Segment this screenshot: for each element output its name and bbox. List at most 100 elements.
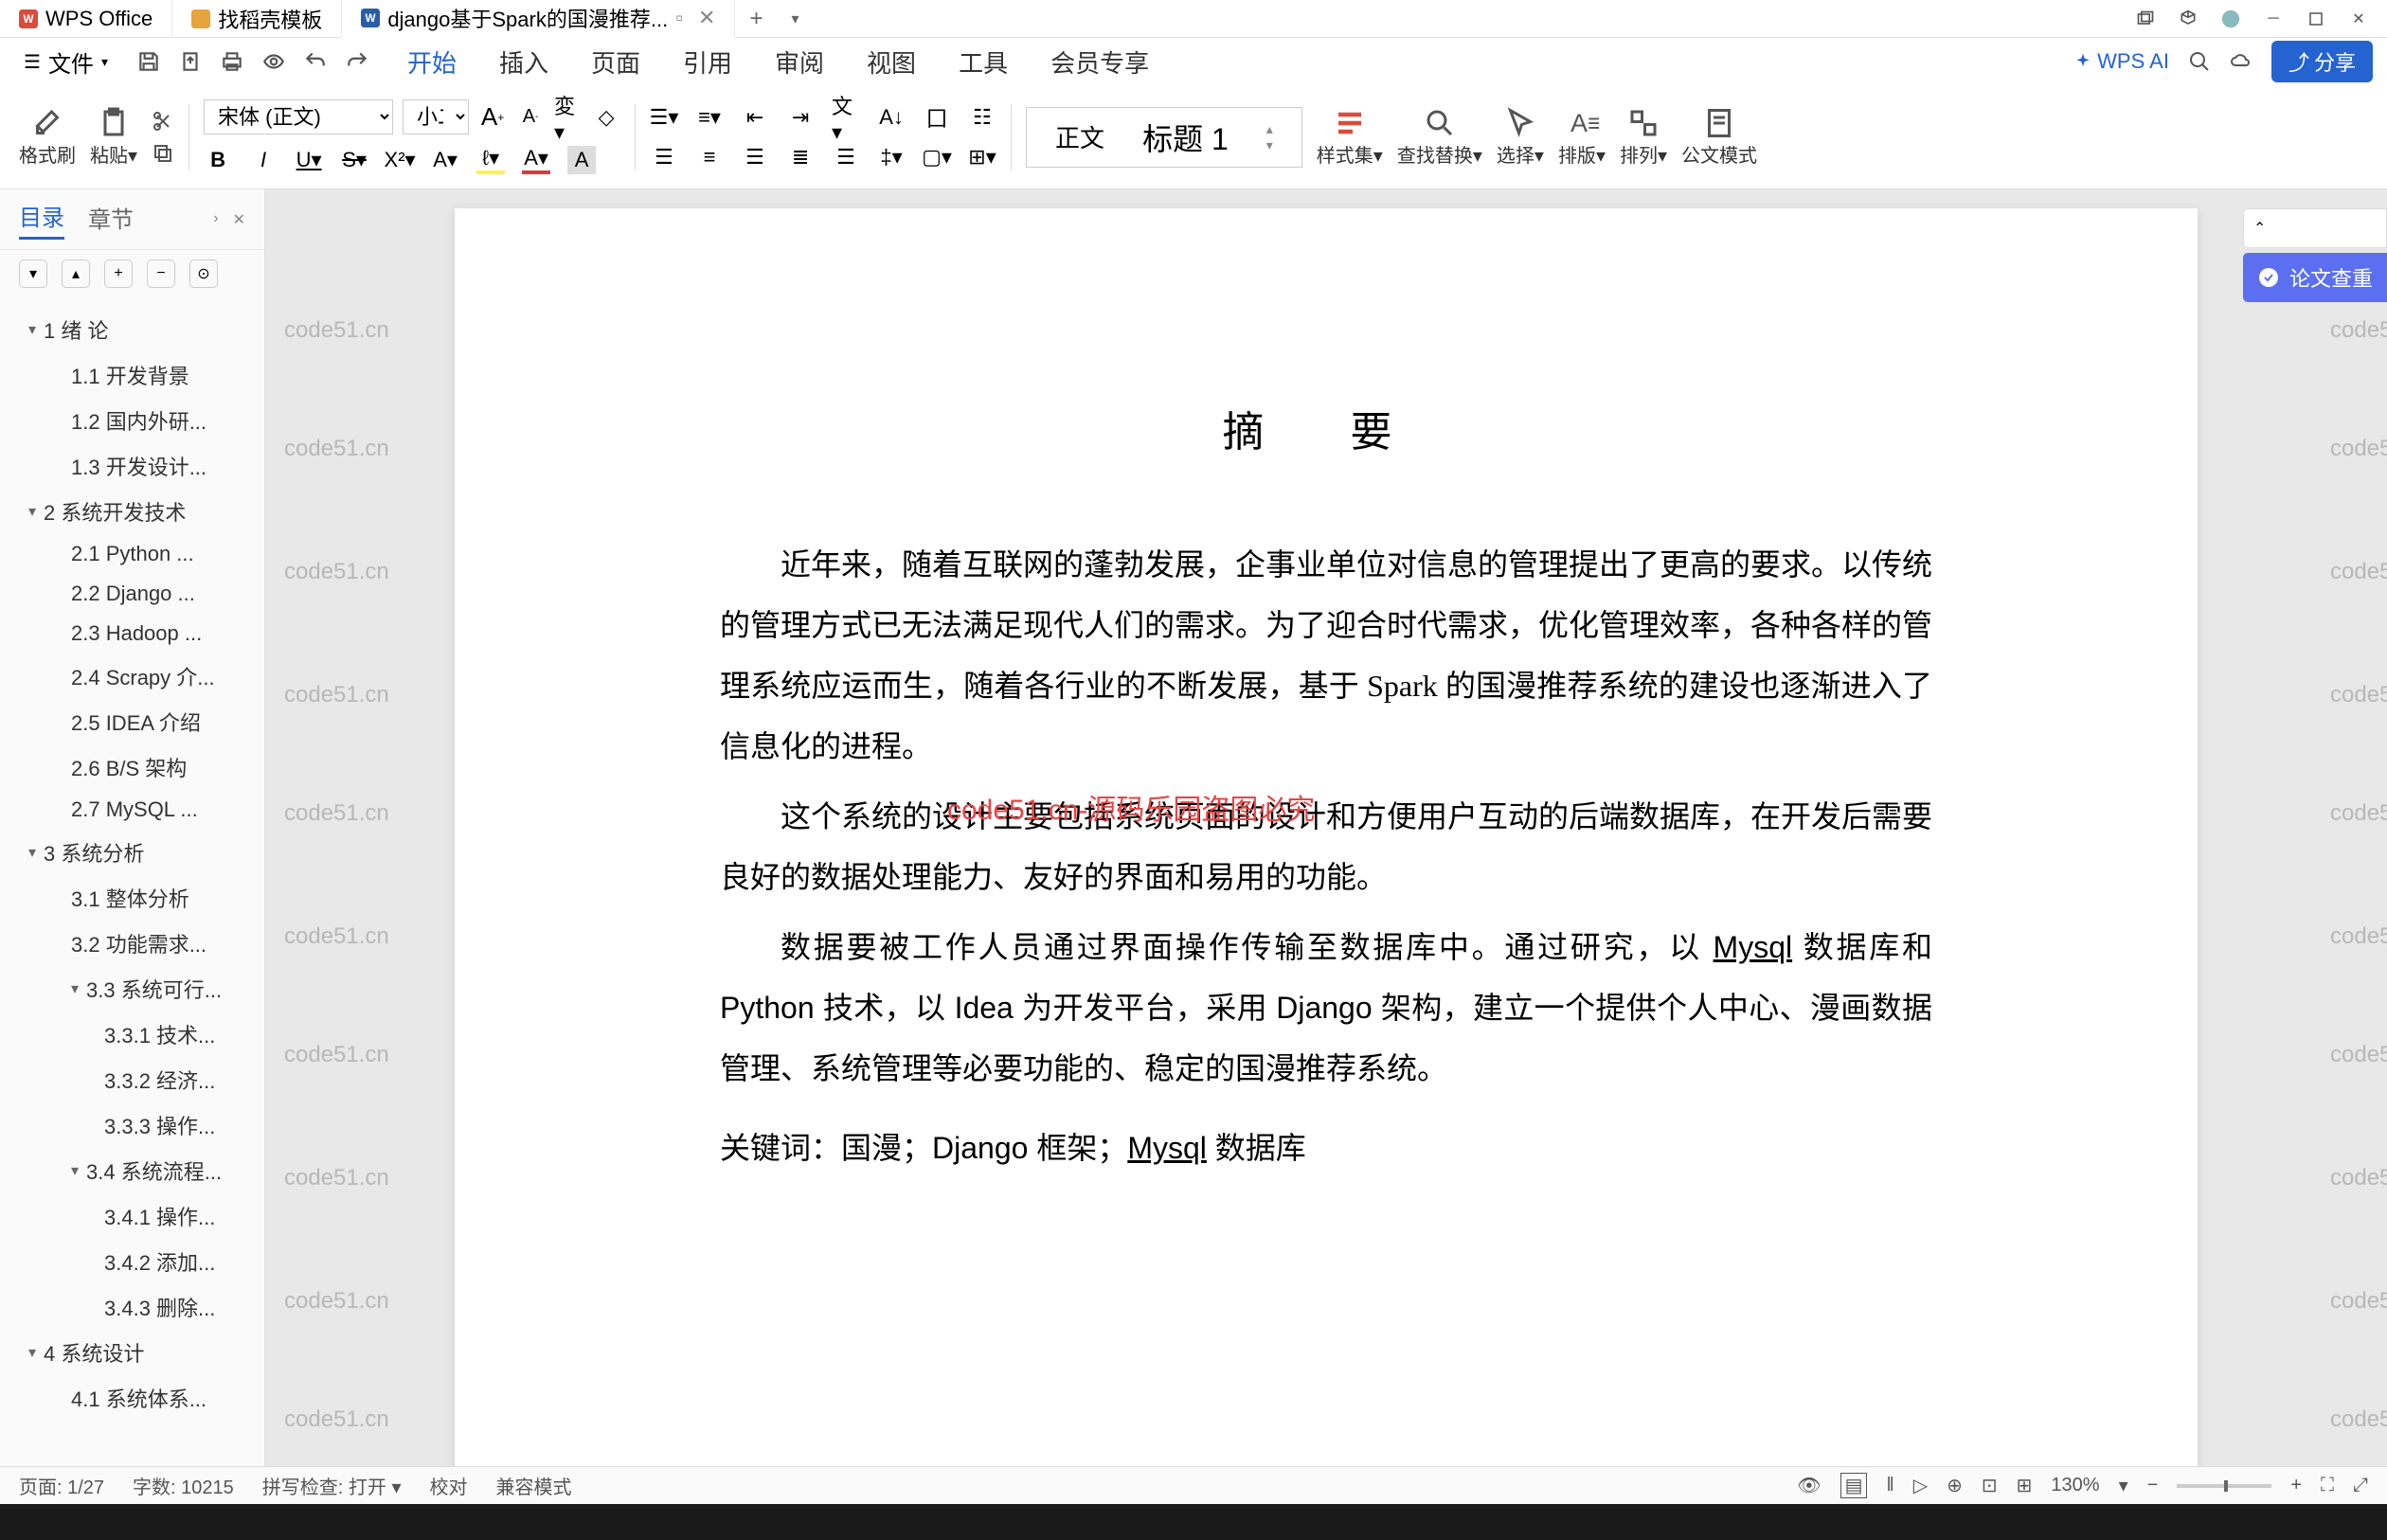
style-body[interactable]: 正文	[1055, 119, 1104, 154]
decrease-size-icon[interactable]: A-	[516, 103, 545, 132]
file-menu[interactable]: ☰ 文件 ▾	[14, 45, 117, 79]
print-icon[interactable]	[220, 49, 244, 74]
character-border-button[interactable]: 囗	[923, 103, 951, 132]
outline-item[interactable]: 3.3.2 经济...	[0, 1057, 264, 1102]
avatar-icon[interactable]	[2221, 9, 2240, 28]
zoom-level[interactable]: 130%	[2051, 1475, 2099, 1496]
official-doc-button[interactable]: 公文模式	[1681, 106, 1757, 168]
tab-window-icon[interactable]: ▫	[675, 6, 683, 30]
strikethrough-button[interactable]: S▾	[340, 146, 368, 174]
outline-item[interactable]: 1.1 开发背景	[0, 352, 264, 398]
bold-button[interactable]: B	[204, 146, 232, 174]
view-outline-icon[interactable]: ‖	[1886, 1475, 1893, 1496]
status-words[interactable]: 字数: 10215	[133, 1472, 234, 1499]
window-tabs-icon[interactable]	[2136, 9, 2155, 28]
new-tab-button[interactable]: +	[735, 6, 777, 32]
outline-item[interactable]: 3.4.3 删除...	[0, 1284, 264, 1330]
menu-tab-review[interactable]: 审阅	[775, 40, 824, 84]
minimize-button[interactable]: ─	[2264, 9, 2283, 28]
outline-item[interactable]: 2.2 Django ...	[0, 574, 264, 614]
doc-paragraph-3[interactable]: 数据要被工作人员通过界面操作传输至数据库中。通过研究，以 Mysql 数据库和 …	[720, 917, 1932, 1099]
menu-tab-insert[interactable]: 插入	[499, 40, 548, 84]
align-center-button[interactable]: ≡	[695, 143, 724, 171]
outline-item[interactable]: 1.2 国内外研...	[0, 398, 264, 443]
clear-format-icon[interactable]: ◇	[592, 103, 620, 132]
outline-item[interactable]: 1.3 开发设计...	[0, 443, 264, 489]
arrange-button[interactable]: A≡ 排版▾	[1558, 106, 1606, 168]
cut-icon[interactable]	[152, 110, 174, 133]
outline-item[interactable]: 3.2 功能需求...	[0, 921, 264, 966]
close-panel-icon[interactable]: ✕	[233, 210, 245, 229]
align-left-button[interactable]: ☰	[650, 143, 678, 171]
indent-increase-button[interactable]: ⇥	[786, 103, 815, 132]
menu-tab-page[interactable]: 页面	[591, 40, 640, 84]
view-read-icon[interactable]: 👁	[1797, 1474, 1821, 1497]
save-icon[interactable]	[136, 49, 161, 74]
outline-item[interactable]: ▾4 系统设计	[0, 1330, 264, 1375]
outline-item[interactable]: ▾1 绪 论	[0, 307, 264, 352]
status-page[interactable]: 页面: 1/27	[19, 1472, 104, 1499]
paste-button[interactable]: 粘贴▾	[90, 106, 137, 168]
sync-button[interactable]: ⊙	[189, 260, 218, 288]
line-spacing-button[interactable]: ‡▾	[877, 143, 906, 171]
document-page[interactable]: 摘 要 近年来，随着互联网的蓬勃发展，企事业单位对信息的管理提出了更高的要求。以…	[455, 208, 2198, 1502]
taskbar[interactable]	[0, 1504, 2387, 1540]
sort-button[interactable]: 排列▾	[1620, 106, 1667, 168]
outline-item[interactable]: ▾3 系统分析	[0, 830, 264, 875]
doc-paragraph-2[interactable]: 这个系统的设计主要包括系统页面的设计和方便用户互动的后端数据库，在开发后需要良好…	[720, 786, 1932, 907]
zoom-out-button[interactable]: −	[2147, 1475, 2159, 1496]
cloud-icon[interactable]	[2230, 50, 2252, 73]
char-shading-button[interactable]: A	[567, 146, 596, 174]
zoom-dropdown-icon[interactable]: ▾	[2119, 1474, 2128, 1497]
view-focus-icon[interactable]: ⊡	[1982, 1474, 1998, 1497]
tab-document[interactable]: W django基于Spark的国漫推荐... ▫ ✕	[342, 0, 735, 38]
status-compat[interactable]: 兼容模式	[496, 1472, 572, 1499]
outline-item[interactable]: 3.3.1 技术...	[0, 1012, 264, 1057]
paper-check-button[interactable]: 论文查重	[2243, 253, 2387, 302]
doc-keywords[interactable]: 关键词：国漫；Django 框架；Mysql 数据库	[720, 1118, 1932, 1178]
font-select[interactable]: 宋体 (正文)	[204, 99, 393, 134]
remove-item-button[interactable]: −	[147, 260, 175, 288]
select-button[interactable]: 选择▾	[1497, 106, 1544, 168]
add-item-button[interactable]: +	[104, 260, 133, 288]
menu-tab-tools[interactable]: 工具	[959, 40, 1008, 84]
outline-item[interactable]: 2.6 B/S 架构	[0, 744, 264, 790]
outline-item[interactable]: 3.1 整体分析	[0, 875, 264, 921]
export-icon[interactable]	[178, 49, 203, 74]
menu-tab-vip[interactable]: 会员专享	[1050, 40, 1149, 84]
outline-item[interactable]: 4.1 系统体系...	[0, 1375, 264, 1421]
menu-tab-view[interactable]: 视图	[867, 40, 916, 84]
superscript-button[interactable]: X²▾	[386, 146, 414, 174]
outline-item[interactable]: 2.5 IDEA 介绍	[0, 699, 264, 744]
undo-icon[interactable]	[303, 49, 328, 74]
outline-item[interactable]: ▾3.4 系统流程...	[0, 1148, 264, 1193]
outline-item[interactable]: 3.4.1 操作...	[0, 1193, 264, 1239]
style-heading1[interactable]: 标题 1	[1142, 116, 1229, 159]
status-proof[interactable]: 校对	[430, 1472, 468, 1499]
nav-tab-chapter[interactable]: 章节	[88, 201, 134, 239]
outline-item[interactable]: ▾2 系统开发技术	[0, 489, 264, 534]
expand-all-button[interactable]: ▴	[62, 260, 90, 288]
outline-item[interactable]: 2.4 Scrapy 介...	[0, 654, 264, 699]
nav-tab-directory[interactable]: 目录	[19, 199, 64, 240]
chevron-down-icon[interactable]: ▾	[71, 1161, 79, 1180]
wps-ai-button[interactable]: WPS AI	[2073, 49, 2169, 74]
menu-tab-reference[interactable]: 引用	[683, 40, 732, 84]
text-direction-button[interactable]: 文▾	[832, 103, 860, 132]
menu-tab-start[interactable]: 开始	[407, 40, 457, 84]
zoom-slider[interactable]	[2177, 1484, 2271, 1488]
font-color-button[interactable]: A▾	[522, 146, 550, 174]
tab-wps-office[interactable]: W WPS Office	[0, 0, 172, 38]
asian-layout-button[interactable]: A↓	[877, 103, 906, 132]
chevron-down-icon[interactable]: ▾	[28, 843, 36, 862]
tab-menu-button[interactable]: ▾	[777, 9, 813, 28]
bullets-button[interactable]: ☰▾	[650, 103, 678, 132]
align-justify-button[interactable]: ≣	[786, 143, 815, 171]
fit-view-icon[interactable]: ⛶	[2321, 1475, 2334, 1496]
italic-button[interactable]: I	[249, 146, 278, 174]
search-icon[interactable]	[2188, 50, 2211, 73]
collapse-all-button[interactable]: ▾	[19, 260, 47, 288]
chevron-down-icon[interactable]: ▾	[28, 320, 36, 339]
align-distribute-button[interactable]: ☰	[832, 143, 860, 171]
share-button[interactable]: ⤴ 分享	[2271, 41, 2373, 82]
